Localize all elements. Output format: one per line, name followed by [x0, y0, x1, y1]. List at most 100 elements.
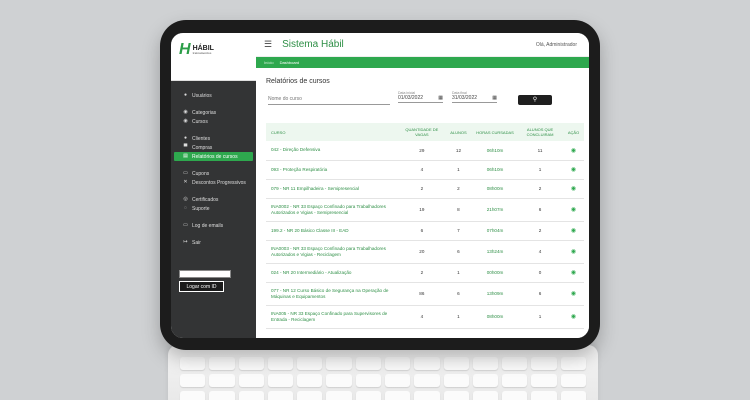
calendar-icon[interactable]: ▦ [492, 95, 497, 102]
sidebar-item[interactable]: ● Clientes [171, 134, 256, 143]
sidebar-item-label: Categorias [192, 109, 217, 116]
sidebar-item[interactable]: ◉ Cursos [171, 117, 256, 126]
keyboard-key [355, 391, 381, 400]
logout-icon: ↦ [183, 239, 188, 245]
sidebar-item[interactable]: ✕ Descontos Progressivos [171, 178, 256, 187]
keyboard-key [472, 391, 499, 400]
user-greeting[interactable]: Olá, Administrador [536, 42, 577, 48]
horas-cell: 06h10m [473, 141, 518, 161]
menu-group: ● Clientes ▀ Compras ▤ Relatórios de cursos [171, 134, 256, 161]
vagas-cell: 2 [399, 179, 444, 199]
keyboard-key [297, 391, 323, 400]
col-horas[interactable]: HORAS CURSADAS [473, 123, 517, 141]
keyboard-key [472, 374, 499, 387]
sidebar-item[interactable]: ▀ Compras [171, 143, 256, 152]
app-title: Sistema Hábil [282, 39, 344, 50]
col-curso[interactable]: CURSO [266, 123, 400, 141]
start-date-value: 01/03/2022 [398, 95, 424, 101]
menu-group: ● Usuários [171, 91, 256, 100]
alunos-cell: 1 [443, 160, 474, 180]
col-concluiram[interactable]: ALUNOS QUE CONCLUIRAM [517, 123, 563, 141]
page-title: Relatórios de cursos [266, 78, 330, 85]
horas-cell: 13h09m [473, 282, 518, 306]
table-row: 077 - NR 12 Curso Básico de Segurança na… [266, 282, 584, 306]
logo-subtitle: treinamentos [192, 51, 212, 55]
eye-icon[interactable]: ◉ [571, 314, 576, 320]
screen: H HÁBIL treinamentos ● Usuários ◉ Categorias… [171, 33, 589, 338]
eye-icon[interactable]: ◉ [571, 167, 576, 173]
keyboard-key [502, 374, 528, 387]
sidebar-item-label: Relatórios de cursos [192, 153, 238, 160]
horas-cell: 13h24m [473, 240, 518, 264]
course-name-cell: 199.2 - NR 20 Básico Classe III - EAD [266, 221, 400, 241]
keyboard-key [560, 374, 586, 387]
action-cell: ◉ [563, 141, 584, 161]
hamburger-icon[interactable]: ☰ [264, 39, 272, 50]
eye-icon[interactable]: ◉ [571, 207, 576, 213]
col-alunos[interactable]: ALUNOS [444, 123, 473, 141]
end-date-value: 31/03/2022 [452, 95, 478, 101]
ticket-icon: ▭ [183, 170, 188, 176]
start-date-field[interactable]: Data inicial 01/03/2022 ▦ [398, 91, 443, 103]
eye-icon[interactable]: ◉ [571, 291, 576, 297]
alunos-cell: 7 [443, 221, 474, 241]
keyboard-key [238, 357, 264, 370]
sidebar-item[interactable]: ↦ Sair [171, 238, 256, 247]
menu-group: ↦ Sair [171, 238, 256, 247]
keyboard-key [355, 357, 381, 370]
sidebar-item[interactable]: ▤ Relatórios de cursos [174, 152, 253, 161]
sidebar-item[interactable]: ▭ Log de emails [171, 221, 256, 230]
concluiram-cell: 2 [517, 221, 564, 241]
mail-icon: ▭ [183, 222, 188, 228]
table-row: 024 - NR 20 Intermediário - Atualização 2… [266, 263, 584, 283]
horas-cell: 08h00m [473, 305, 518, 329]
sidebar-menu: ● Usuários ◉ Categorias ◉ Cursos ● Clientes ▀ Com… [171, 81, 256, 247]
calendar-icon[interactable]: ▦ [438, 95, 443, 102]
sidebar-item-label: Log de emails [192, 222, 224, 229]
book-icon: ◉ [183, 118, 188, 124]
search-button[interactable]: ⚲ [518, 95, 552, 105]
course-name-cell: INA0003 - NR 33 Espaço Confinado para Tr… [266, 240, 400, 264]
sidebar-item[interactable]: ◌ Suporte [171, 204, 256, 213]
col-acao: AÇÃO [567, 129, 580, 135]
user-id-input[interactable] [179, 270, 231, 278]
sidebar-item[interactable]: ◎ Certificados [171, 195, 256, 204]
sidebar-item[interactable]: ▭ Cupons [171, 169, 256, 178]
table-row: 093 - Proteção Respiratória 4 1 06h10m 1 ◉ [266, 160, 584, 180]
keyboard-key [414, 374, 440, 387]
keyboard-key [472, 357, 499, 370]
alunos-cell: 8 [443, 198, 474, 222]
sidebar-item-label: Usuários [192, 92, 212, 99]
vagas-cell: 4 [399, 160, 444, 180]
action-cell: ◉ [563, 240, 584, 264]
vagas-cell: 4 [399, 305, 444, 329]
login-as-button[interactable]: Logar com ID [179, 281, 224, 292]
eye-icon[interactable]: ◉ [571, 249, 576, 255]
cart-icon: ▀ [183, 144, 188, 150]
action-cell: ◉ [563, 282, 584, 306]
sidebar-item-label: Suporte [192, 205, 210, 212]
col-vagas[interactable]: QUANTIDADE DE VAGAS [400, 123, 444, 141]
concluiram-cell: 6 [517, 282, 564, 306]
eye-icon[interactable]: ◉ [571, 186, 576, 192]
table-row: 042 - Direção Defensiva 29 12 06h10m 11 ◉ [266, 141, 584, 161]
end-date-field[interactable]: Data final 31/03/2022 ▦ [452, 91, 497, 103]
breadcrumb-home[interactable]: Início [264, 60, 274, 65]
keyboard-key [385, 357, 411, 370]
keyboard-key [209, 374, 235, 387]
eye-icon[interactable]: ◉ [571, 228, 576, 234]
horas-cell: 21h07m [473, 198, 518, 222]
keyboard-key [209, 391, 235, 400]
course-name-input[interactable]: Nome do curso [268, 96, 390, 105]
sidebar-item[interactable]: ◉ Categorias [171, 108, 256, 117]
action-cell: ◉ [563, 305, 584, 329]
eye-icon[interactable]: ◉ [571, 270, 576, 276]
alunos-cell: 12 [443, 141, 474, 161]
concluiram-cell: 6 [517, 198, 564, 222]
eye-icon[interactable]: ◉ [571, 148, 576, 154]
sidebar-item[interactable]: ● Usuários [171, 91, 256, 100]
course-name-cell: 024 - NR 20 Intermediário - Atualização [266, 263, 400, 283]
keyboard-key [267, 374, 294, 387]
concluiram-cell: 11 [517, 141, 564, 161]
keyboard [168, 345, 598, 400]
